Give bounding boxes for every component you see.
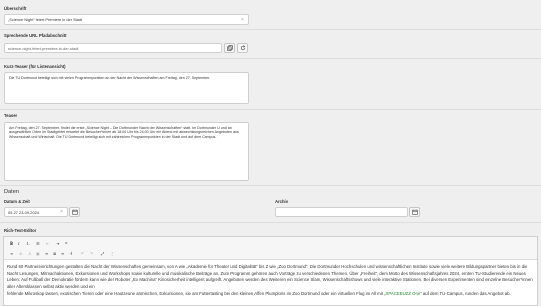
url-copy-button[interactable] [224, 43, 235, 53]
url-refresh-button[interactable] [237, 43, 248, 53]
headline-clear-icon[interactable]: × [241, 17, 244, 23]
archive-label: Archiv [275, 199, 289, 204]
date-time-input[interactable]: 09-27 23-09-2024 [4, 207, 68, 217]
separator [0, 222, 541, 223]
teaser-textarea[interactable]: Am Freitag, den 27. September, findet di… [4, 122, 249, 181]
headline-value: „Science Night“ feiert Premiere in der S… [8, 17, 83, 22]
clear-format-icon[interactable]: I̶ [71, 251, 72, 256]
undo-icon[interactable]: ↶ [81, 251, 84, 256]
rich-text-paragraph: Rund 60 Partnereinrichtungen gestalten d… [7, 264, 533, 290]
teaser-label: Teaser [4, 113, 18, 118]
archive-input[interactable] [275, 207, 408, 217]
indent-icon[interactable]: ⇥ [56, 241, 59, 246]
spacebuzz-link[interactable]: SPACEBUZZ One [385, 291, 420, 296]
url-input[interactable]: science-night-feiert-premiere-in-der-sta… [4, 43, 222, 53]
separator [0, 29, 541, 30]
rich-text-fragment: “ auf dem TU-Campus, runden das Angebot … [420, 290, 511, 296]
blockquote-icon[interactable]: ❝ [65, 241, 67, 246]
date-time-calendar-button[interactable] [69, 207, 80, 217]
numbered-list-icon[interactable]: ⒈ [26, 241, 30, 247]
refresh-icon [240, 45, 245, 51]
archive-calendar-button[interactable] [409, 207, 420, 217]
link-icon[interactable]: ∞ [10, 251, 13, 256]
url-value: science-night-feiert-premiere-in-der-sta… [8, 45, 79, 51]
bold-icon[interactable]: B [10, 241, 13, 246]
rich-text-fragment: fehlende Mikroskop lassen, exotischen Ti… [7, 290, 386, 296]
rich-text-editor[interactable]: B I ⒈ ☰ ⇤ ⇥ ❝ ∞ ⊘ ⚓ ▣ ≡ ≣ ≡ I̶ ↶ ↷ ⤢ ⋮ R… [3, 236, 538, 306]
source-icon[interactable]: ⋮ [110, 251, 114, 256]
separator [0, 109, 541, 110]
url-label: Sprechende URL Pfadabschnitt [4, 33, 67, 38]
align-right-icon[interactable]: ≡ [61, 251, 64, 256]
rich-text-label: Rich-Text-Editor [4, 228, 37, 233]
maximize-icon[interactable]: ⤢ [101, 251, 104, 256]
align-center-icon[interactable]: ≣ [53, 251, 56, 256]
date-time-value: 09-27 23-09-2024 [8, 209, 39, 215]
short-teaser-label: Kurz-Teaser (für Listenansicht) [4, 64, 66, 69]
outdent-icon[interactable]: ⇤ [46, 241, 49, 246]
date-time-clear-icon[interactable]: × [60, 209, 63, 215]
copy-icon [226, 45, 233, 51]
separator [0, 185, 541, 186]
calendar-icon [71, 209, 78, 215]
rich-text-paragraph: fehlende Mikroskop lassen, exotischen Ti… [7, 291, 534, 298]
date-time-label: Datum & Zeit [4, 199, 30, 204]
calendar-icon [411, 209, 418, 215]
rich-text-toolbar: B I ⒈ ☰ ⇤ ⇥ ❝ ∞ ⊘ ⚓ ▣ ≡ ≣ ≡ I̶ ↶ ↷ ⤢ ⋮ [4, 237, 537, 260]
image-icon[interactable]: ▣ [36, 251, 40, 256]
rich-text-content[interactable]: Rund 60 Partnereinrichtungen gestalten d… [7, 264, 534, 298]
dates-heading: Daten [4, 189, 19, 195]
bullet-list-icon[interactable]: ☰ [36, 241, 40, 246]
redo-icon[interactable]: ↷ [90, 251, 93, 256]
separator [0, 58, 541, 59]
anchor-icon[interactable]: ⚓ [28, 251, 32, 256]
align-left-icon[interactable]: ≡ [45, 251, 48, 256]
headline-label: Überschrift [4, 6, 27, 11]
headline-input[interactable]: „Science Night“ feiert Premiere in der S… [4, 14, 249, 25]
italic-icon[interactable]: I [18, 241, 20, 246]
unlink-icon[interactable]: ⊘ [19, 251, 22, 256]
short-teaser-textarea[interactable]: Die TU Dortmund beteiligt sich mit viele… [4, 72, 249, 104]
